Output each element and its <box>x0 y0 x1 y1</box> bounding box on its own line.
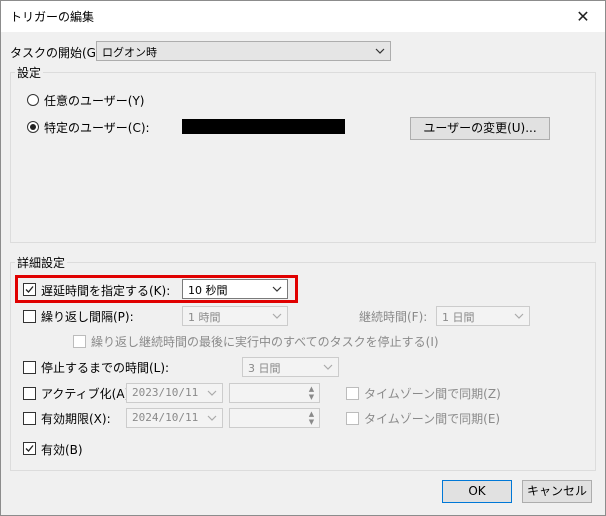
redacted-user-name <box>182 119 345 134</box>
repeat-select[interactable]: 1 時間 <box>182 306 288 326</box>
settings-legend: 設定 <box>15 64 44 81</box>
radio-any-user[interactable] <box>27 94 39 106</box>
duration-label: 継続時間(F): <box>359 310 428 324</box>
stop-all-checkbox[interactable] <box>73 335 86 348</box>
expire-time-spinner[interactable]: ▲ ▼ <box>229 408 320 428</box>
enabled-label: 有効(B) <box>41 443 83 457</box>
repeat-value: 1 時間 <box>188 311 221 324</box>
duration-value: 1 日間 <box>442 311 475 324</box>
start-task-value: ログオン時 <box>102 46 157 59</box>
start-task-select[interactable]: ログオン時 <box>96 41 391 61</box>
delay-value: 10 秒間 <box>188 284 228 297</box>
chevron-down-icon <box>375 48 385 54</box>
delay-label: 遅延時間を指定する(K): <box>41 284 171 298</box>
delay-select[interactable]: 10 秒間 <box>182 279 288 299</box>
repeat-checkbox[interactable] <box>23 310 36 323</box>
chevron-down-icon <box>272 286 282 292</box>
radio-specific-user-label: 特定のユーザー(C): <box>44 121 150 135</box>
chevron-down-icon <box>207 415 217 421</box>
stop-after-select[interactable]: 3 日間 <box>242 357 339 377</box>
activate-label: アクティブ化(A): <box>41 387 134 401</box>
chevron-down-icon <box>323 364 333 370</box>
activate-time-spinner[interactable]: ▲ ▼ <box>229 383 320 403</box>
delay-checkbox[interactable] <box>23 283 36 296</box>
spin-down-icon[interactable]: ▼ <box>306 418 317 426</box>
chevron-down-icon <box>207 390 217 396</box>
expire-date-value: 2024/10/11 <box>132 411 199 424</box>
stop-all-label: 繰り返し継続時間の最後に実行中のすべてのタスクを停止する(I) <box>91 335 439 349</box>
chevron-down-icon <box>514 313 524 319</box>
expire-sync-label: タイムゾーン間で同期(E) <box>364 412 501 426</box>
expire-sync-checkbox[interactable] <box>346 412 359 425</box>
close-icon[interactable]: ✕ <box>561 1 605 32</box>
title-bar: トリガーの編集 ✕ <box>1 1 605 32</box>
activate-sync-checkbox[interactable] <box>346 387 359 400</box>
check-icon <box>25 286 34 293</box>
duration-select[interactable]: 1 日間 <box>436 306 530 326</box>
spin-down-icon[interactable]: ▼ <box>306 393 317 401</box>
expire-label: 有効期限(X): <box>41 412 111 426</box>
activate-date-picker[interactable]: 2023/10/11 <box>126 383 223 403</box>
activate-checkbox[interactable] <box>23 387 36 400</box>
ok-button[interactable]: OK <box>442 480 512 503</box>
advanced-settings-legend: 詳細設定 <box>15 254 68 271</box>
stop-after-checkbox[interactable] <box>23 361 36 374</box>
spin-up-icon[interactable]: ▲ <box>306 385 317 393</box>
expire-checkbox[interactable] <box>23 412 36 425</box>
window-title: トリガーの編集 <box>10 10 95 24</box>
stop-after-label: 停止するまでの時間(L): <box>41 361 170 375</box>
stop-after-value: 3 日間 <box>248 362 281 375</box>
enabled-checkbox[interactable] <box>23 442 36 455</box>
start-task-label: タスクの開始(G): <box>10 46 105 60</box>
check-icon <box>25 445 34 452</box>
change-user-button[interactable]: ユーザーの変更(U)... <box>410 117 550 140</box>
expire-date-picker[interactable]: 2024/10/11 <box>126 408 223 428</box>
edit-trigger-dialog: トリガーの編集 ✕ タスクの開始(G): ログオン時 設定 任意のユーザー(Y)… <box>0 0 606 516</box>
repeat-label: 繰り返し間隔(P): <box>41 310 134 324</box>
cancel-button[interactable]: キャンセル <box>522 480 592 503</box>
activate-date-value: 2023/10/11 <box>132 386 199 399</box>
chevron-down-icon <box>272 313 282 319</box>
radio-any-user-label: 任意のユーザー(Y) <box>44 94 145 108</box>
radio-specific-user[interactable] <box>27 121 39 133</box>
activate-sync-label: タイムゾーン間で同期(Z) <box>364 387 501 401</box>
spin-up-icon[interactable]: ▲ <box>306 410 317 418</box>
